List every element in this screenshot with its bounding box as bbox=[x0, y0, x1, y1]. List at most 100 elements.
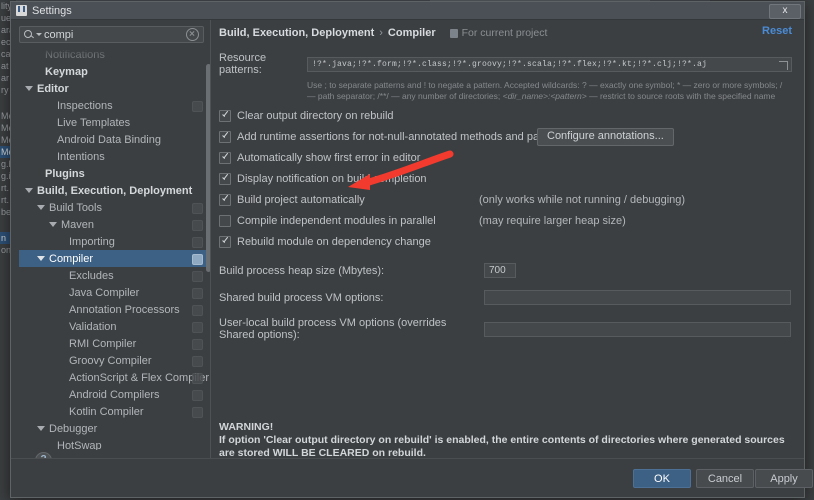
cancel-button[interactable]: Cancel bbox=[696, 469, 754, 488]
sidebar-item-build-execution-deployment[interactable]: Build, Execution, Deployment bbox=[19, 182, 211, 199]
reset-link[interactable]: Reset bbox=[762, 25, 792, 37]
search-box[interactable] bbox=[19, 26, 204, 43]
sidebar-item-notifications[interactable]: Notifications bbox=[19, 46, 211, 63]
sidebar-item-actionscript-flex-compiler[interactable]: ActionScript & Flex Compiler bbox=[19, 369, 211, 386]
checkbox-add-runtime-assertions-for-not-null-annotated-methods-and-parameters[interactable] bbox=[219, 131, 231, 143]
shared-vm-options-input[interactable] bbox=[484, 290, 791, 305]
project-scope-tag: For current project bbox=[449, 27, 548, 39]
settings-tree-list: Notifications Keymap Editor Inspections Live… bbox=[19, 46, 211, 450]
sidebar-item-label: Build, Execution, Deployment bbox=[37, 184, 193, 197]
resource-patterns-label: Resource patterns: bbox=[219, 52, 267, 76]
gear-icon bbox=[192, 305, 203, 316]
checkbox-label: Compile independent modules in parallel bbox=[237, 215, 436, 227]
checkbox-row[interactable]: Display notification on build completion bbox=[219, 172, 792, 186]
breadcrumb-root[interactable]: Build, Execution, Deployment bbox=[219, 27, 374, 39]
settings-tree[interactable]: Notifications Keymap Editor Inspections Live… bbox=[19, 46, 211, 450]
checkbox-row[interactable]: Rebuild module on dependency change bbox=[219, 235, 792, 249]
apply-button[interactable]: Apply bbox=[755, 469, 813, 488]
breadcrumb: Build, Execution, Deployment › Compiler … bbox=[219, 25, 792, 41]
sidebar-item-debugger[interactable]: Debugger bbox=[19, 420, 211, 437]
checkbox-automatically-show-first-error-in-editor[interactable] bbox=[219, 152, 231, 164]
sidebar-item-label: Intentions bbox=[57, 150, 105, 163]
chevron-down-icon[interactable] bbox=[36, 33, 42, 36]
sidebar-item-groovy-compiler[interactable]: Groovy Compiler bbox=[19, 352, 211, 369]
close-icon[interactable]: x bbox=[769, 4, 801, 19]
checkbox-clear-output-directory-on-rebuild[interactable] bbox=[219, 110, 231, 122]
sidebar-item-importing[interactable]: Importing bbox=[19, 233, 211, 250]
sidebar-item-label: Groovy Compiler bbox=[69, 354, 152, 367]
sidebar-item-keymap[interactable]: Keymap bbox=[19, 63, 211, 80]
chevron-down-icon[interactable] bbox=[37, 426, 45, 431]
chevron-down-icon[interactable] bbox=[49, 222, 57, 227]
checkbox-row[interactable]: Add runtime assertions for not-null-anno… bbox=[219, 128, 792, 146]
chevron-down-icon[interactable] bbox=[25, 86, 33, 91]
checkbox-row[interactable]: Automatically show first error in editor bbox=[219, 151, 792, 165]
sidebar-item-kotlin-compiler[interactable]: Kotlin Compiler bbox=[19, 403, 211, 420]
checkbox-label: Display notification on build completion bbox=[237, 173, 427, 185]
resource-patterns-field[interactable]: !?*.java;!?*.form;!?*.class;!?*.groovy;!… bbox=[307, 56, 792, 72]
sidebar-item-label: Plugins bbox=[45, 167, 85, 180]
sidebar-item-editor[interactable]: Editor bbox=[19, 80, 211, 97]
checkbox-note: (may require larger heap size) bbox=[479, 215, 626, 227]
sidebar-item-android-data-binding[interactable]: Android Data Binding bbox=[19, 131, 211, 148]
sidebar-item-live-templates[interactable]: Live Templates bbox=[19, 114, 211, 131]
gear-icon bbox=[192, 271, 203, 282]
warning-block: WARNING! If option 'Clear output directo… bbox=[219, 421, 797, 460]
gear-icon bbox=[192, 322, 203, 333]
expand-icon[interactable] bbox=[779, 60, 788, 70]
chevron-down-icon[interactable] bbox=[37, 205, 45, 210]
sidebar-item-maven[interactable]: Maven bbox=[19, 216, 211, 233]
resource-patterns-value: !?*.java;!?*.form;!?*.class;!?*.groovy;!… bbox=[312, 59, 708, 69]
sidebar-item-label: Annotation Processors bbox=[69, 303, 180, 316]
chevron-down-icon[interactable] bbox=[25, 188, 33, 193]
gear-icon bbox=[192, 339, 203, 350]
sidebar-item-java-compiler[interactable]: Java Compiler bbox=[19, 284, 211, 301]
sidebar-item-annotation-processors[interactable]: Annotation Processors bbox=[19, 301, 211, 318]
sidebar-item-plugins[interactable]: Plugins bbox=[19, 165, 211, 182]
sidebar-item-inspections[interactable]: Inspections bbox=[19, 97, 211, 114]
checkbox-compile-independent-modules-in-parallel[interactable] bbox=[219, 215, 231, 227]
checkbox-rebuild-module-on-dependency-change[interactable] bbox=[219, 236, 231, 248]
resource-patterns-help: Use ; to separate patterns and ! to nega… bbox=[307, 80, 792, 102]
dialog-title-bar: Settings x bbox=[11, 2, 804, 20]
warning-title: WARNING! bbox=[219, 421, 274, 433]
help-line-2c: — restrict to source roots with the spec… bbox=[586, 91, 776, 101]
project-icon bbox=[449, 28, 458, 38]
configure-annotations-button[interactable]: Configure annotations... bbox=[537, 128, 674, 146]
checkbox-display-notification-on-build-completion[interactable] bbox=[219, 173, 231, 185]
sidebar-item-validation[interactable]: Validation bbox=[19, 318, 211, 335]
clear-search-icon[interactable] bbox=[186, 28, 199, 41]
heap-size-input[interactable]: 700 bbox=[484, 263, 516, 278]
sidebar-item-compiler[interactable]: Compiler bbox=[19, 250, 211, 267]
gear-icon bbox=[192, 220, 203, 231]
shared-vm-options-label: Shared build process VM options: bbox=[219, 291, 384, 304]
dialog-footer: OK Cancel Apply bbox=[11, 458, 813, 497]
sidebar-item-intentions[interactable]: Intentions bbox=[19, 148, 211, 165]
sidebar-item-excludes[interactable]: Excludes bbox=[19, 267, 211, 284]
sidebar-item-build-tools[interactable]: Build Tools bbox=[19, 199, 211, 216]
checkbox-row[interactable]: Build project automatically (only works w… bbox=[219, 193, 792, 207]
compiler-settings-panel: Build, Execution, Deployment › Compiler … bbox=[211, 20, 804, 478]
checkbox-row[interactable]: Clear output directory on rebuild bbox=[219, 109, 792, 123]
checkbox-row[interactable]: Compile independent modules in parallel (… bbox=[219, 214, 792, 228]
sidebar-item-label: Keymap bbox=[45, 65, 88, 78]
search-input[interactable] bbox=[44, 28, 186, 41]
sidebar-item-label: Java Compiler bbox=[69, 286, 140, 299]
userlocal-vm-options-label: User-local build process VM options (ove… bbox=[219, 317, 447, 341]
settings-dialog: Settings x Notifications Keymap Editor Insp… bbox=[10, 1, 813, 498]
userlocal-vm-options-input[interactable] bbox=[484, 321, 791, 337]
sidebar-item-label: HotSwap bbox=[57, 439, 102, 451]
shared-vm-options-row: Shared build process VM options: bbox=[219, 290, 792, 305]
sidebar-item-label: ActionScript & Flex Compiler bbox=[69, 371, 209, 384]
sidebar-item-android-compilers[interactable]: Android Compilers bbox=[19, 386, 211, 403]
sidebar-item-hotswap[interactable]: HotSwap bbox=[19, 437, 211, 451]
ok-button[interactable]: OK bbox=[633, 469, 691, 488]
project-scope-label: For current project bbox=[461, 27, 548, 39]
settings-sidebar: Notifications Keymap Editor Inspections Live… bbox=[11, 20, 211, 478]
help-line-2a: separator; /**/ — any number of director… bbox=[336, 91, 503, 101]
search-icon bbox=[23, 28, 36, 41]
dialog-body: Notifications Keymap Editor Inspections Live… bbox=[11, 20, 804, 478]
chevron-down-icon[interactable] bbox=[37, 256, 45, 261]
checkbox-build-project-automatically[interactable] bbox=[219, 194, 231, 206]
sidebar-item-rmi-compiler[interactable]: RMI Compiler bbox=[19, 335, 211, 352]
